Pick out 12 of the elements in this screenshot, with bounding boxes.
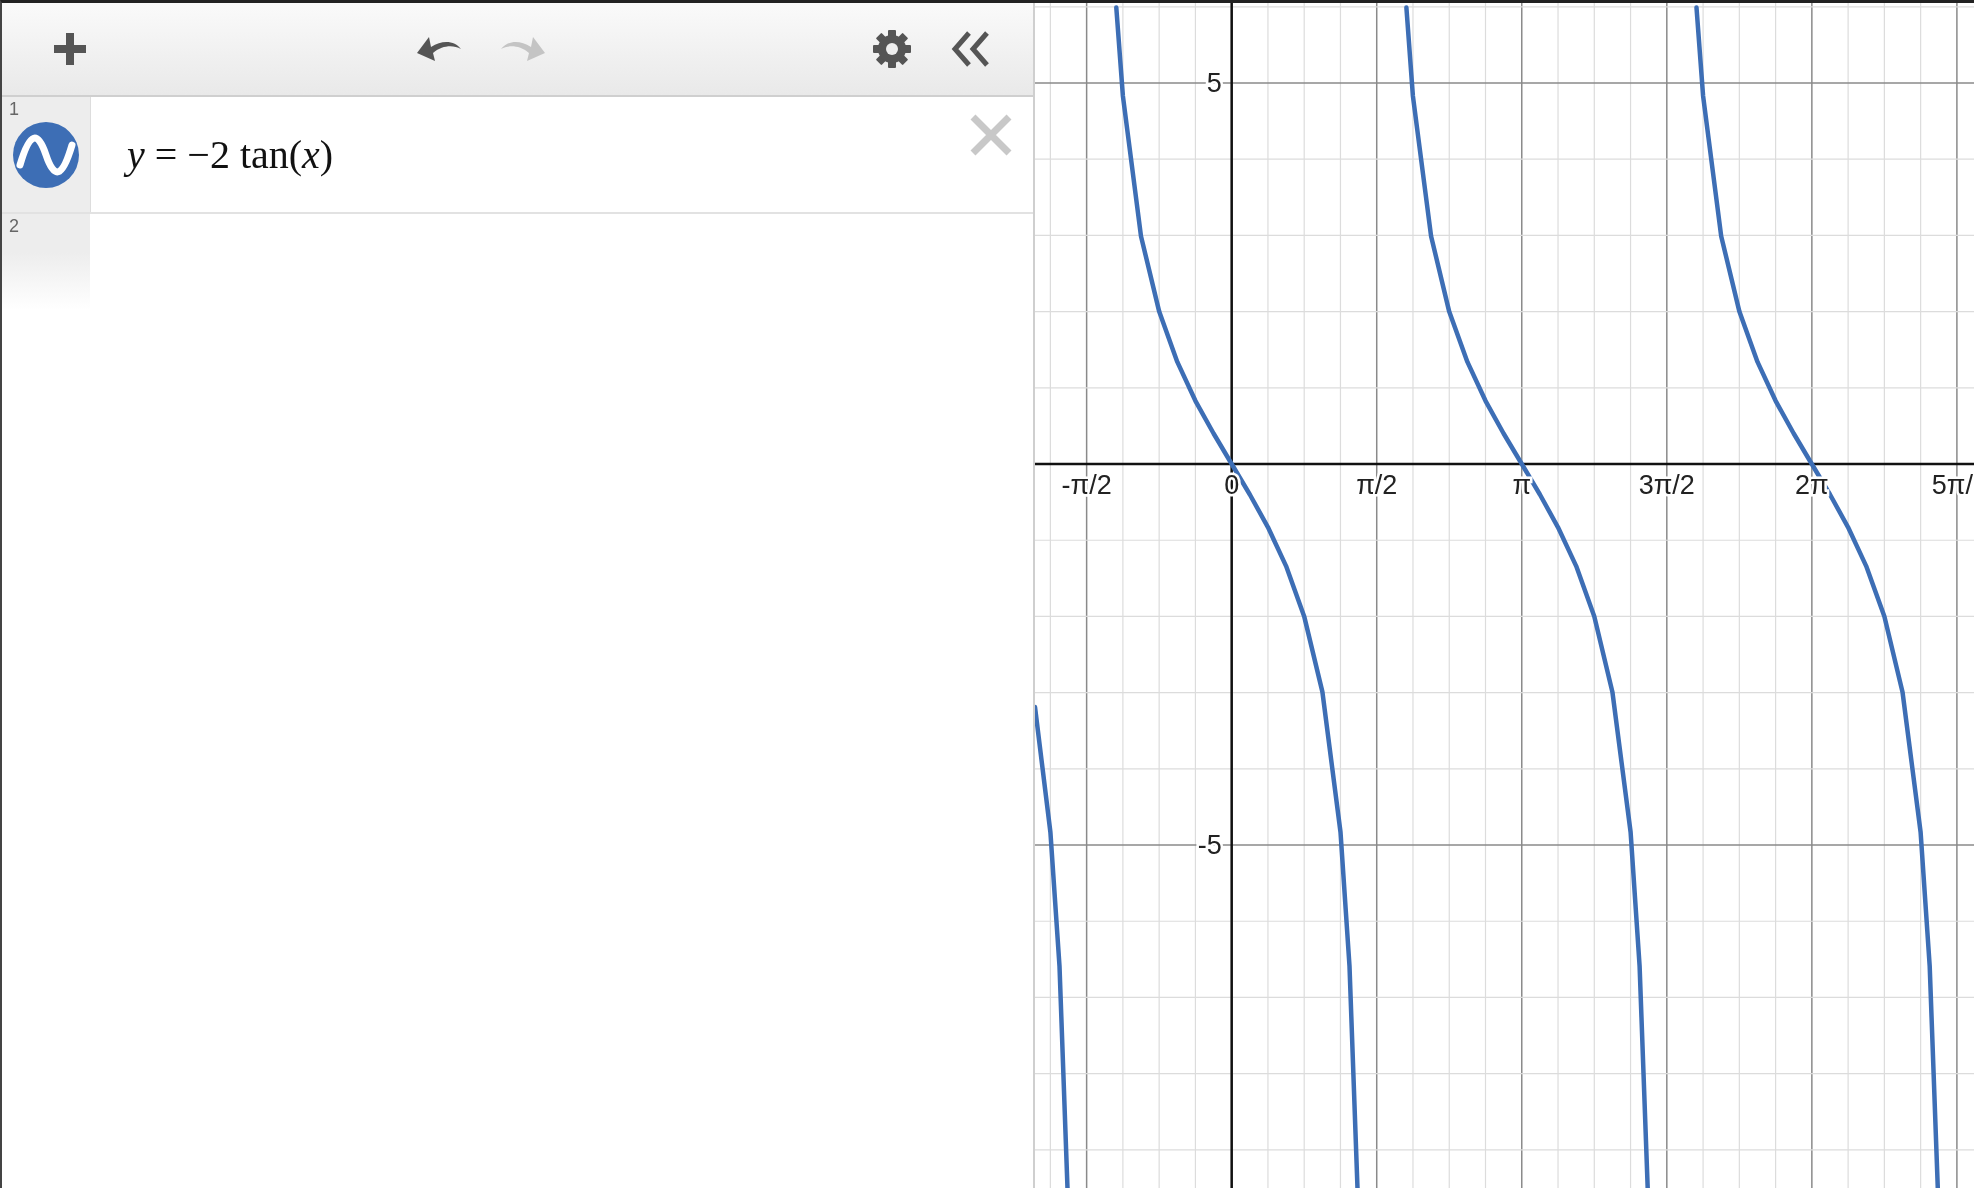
- x-tick-label: π: [1512, 470, 1532, 501]
- x-tick-label: 5π/: [1931, 470, 1973, 501]
- x-tick-label: π/2: [1356, 470, 1398, 501]
- y-tick-label: -5: [1197, 830, 1222, 861]
- line-number: 1: [9, 99, 19, 120]
- y-tick-label: 5: [1206, 68, 1222, 98]
- x-tick-label: -π/2: [1061, 470, 1112, 501]
- expression-field[interactable]: y = −2 tan(x): [91, 97, 1033, 212]
- x-tick-label: 3π/2: [1638, 470, 1695, 501]
- gear-icon[interactable]: [871, 28, 913, 70]
- line-number: 2: [9, 216, 19, 237]
- wave-icon[interactable]: [12, 120, 80, 189]
